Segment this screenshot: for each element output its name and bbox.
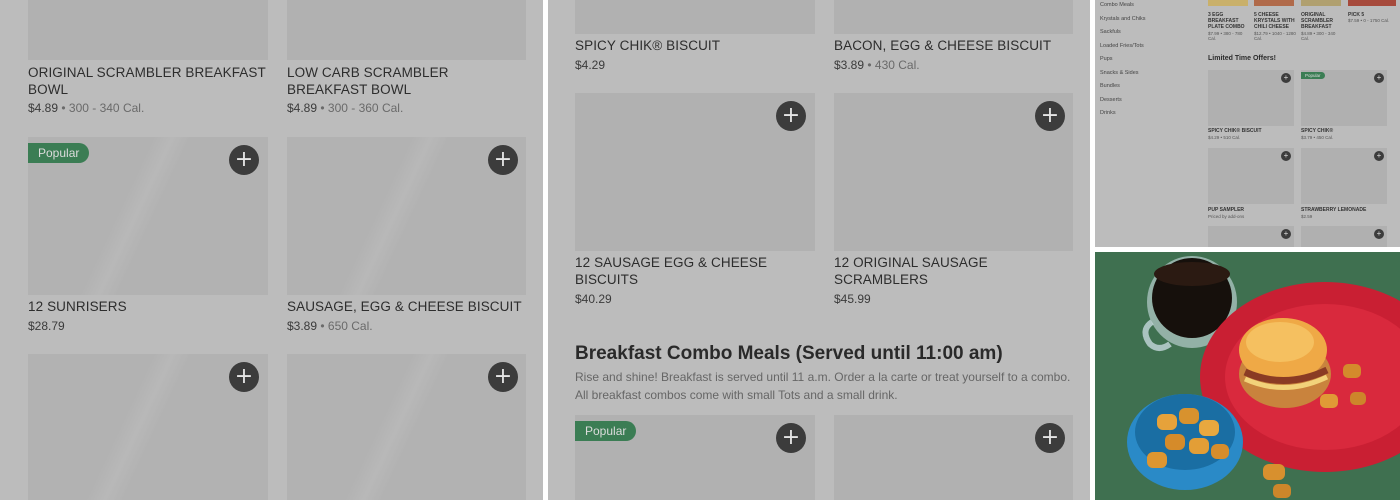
add-item-button[interactable]: + <box>1281 151 1291 161</box>
menu-panel-mini: Combo Meals Krystals and Chiks Sackfuls … <box>1095 0 1400 247</box>
item-price: $45.99 <box>834 292 871 306</box>
sidebar-item[interactable]: Snacks & Sides <box>1100 70 1146 84</box>
sidebar-item[interactable]: Krystals and Chiks <box>1100 16 1146 30</box>
item-image[interactable] <box>1208 0 1248 6</box>
add-item-button[interactable]: + <box>1035 423 1065 453</box>
item-image[interactable] <box>834 0 1073 34</box>
item-image[interactable] <box>1254 0 1294 6</box>
section-description: Rise and shine! Breakfast is served unti… <box>575 370 1071 402</box>
sidebar-item[interactable]: Sackfuls <box>1100 29 1146 43</box>
menu-panel-left: ORIGINAL SCRAMBLER BREAKFAST BOWL $4.89 … <box>0 0 543 500</box>
item-image[interactable] <box>834 415 1073 500</box>
add-item-button[interactable]: + <box>229 145 259 175</box>
item-image[interactable] <box>287 0 526 60</box>
item-price: $28.79 <box>28 319 65 333</box>
add-item-button[interactable]: + <box>488 362 518 392</box>
item-image[interactable] <box>1301 0 1341 6</box>
item-price: $4.29 <box>575 58 606 72</box>
popular-badge: Popular <box>28 143 90 163</box>
item-name[interactable]: 3 EGG BREAKFAST PLATE COMBO <box>1208 12 1248 30</box>
item-price: $4.29 • 510 Cal. <box>1208 135 1241 140</box>
menu-panel-middle: SPICY CHIK® BISCUIT $4.29 BACON, EGG & C… <box>548 0 1090 500</box>
sidebar-item[interactable]: Combo Meals <box>1100 2 1146 16</box>
item-name[interactable]: ORIGINAL SCRAMBLER BREAKFAST BOWL <box>28 64 268 98</box>
add-item-button[interactable]: + <box>1035 101 1065 131</box>
item-image[interactable] <box>1348 0 1396 6</box>
item-price: $3.79 • 450 Cal. <box>1301 135 1334 140</box>
breakfast-combo-image <box>1095 252 1400 500</box>
item-price: $4.89 • 300 - 340 Cal. <box>28 101 145 115</box>
food-photo <box>1095 252 1400 500</box>
item-price: $2.59 <box>1301 214 1313 219</box>
add-item-button[interactable]: + <box>1374 229 1384 239</box>
popular-badge: Popular <box>575 421 637 441</box>
item-price: $12.79 • 1040 - 1280 Cal. <box>1254 31 1296 41</box>
item-price: Priced by add-ons <box>1208 214 1245 219</box>
section-title: Limited Time Offers! <box>1208 55 1276 62</box>
item-name[interactable]: SPICY CHIK® <box>1301 128 1333 134</box>
item-price: $4.89 • 300 - 340 Cal. <box>1301 31 1336 41</box>
item-name[interactable]: 12 ORIGINAL SAUSAGE SCRAMBLERS <box>834 254 1054 288</box>
add-item-button[interactable]: + <box>776 423 806 453</box>
item-image[interactable] <box>575 0 815 34</box>
item-name[interactable]: 12 SAUSAGE EGG & CHEESE BISCUITS <box>575 254 795 288</box>
category-sidebar: Combo Meals Krystals and Chiks Sackfuls … <box>1100 0 1146 124</box>
item-name[interactable]: 5 CHEESE KRYSTALS WITH CHILI CHEESE <box>1254 12 1296 30</box>
item-name[interactable]: SAUSAGE, EGG & CHEESE BISCUIT <box>287 298 522 315</box>
item-price: $4.89 • 300 - 360 Cal. <box>287 101 404 115</box>
sidebar-item[interactable]: Bundles <box>1100 83 1146 97</box>
item-price: $7.99 • 380 - 780 Cal. <box>1208 31 1243 41</box>
item-name[interactable]: ORIGINAL SCRAMBLER BREAKFAST <box>1301 12 1341 30</box>
sidebar-item[interactable]: Loaded Fries/Tots <box>1100 43 1146 57</box>
add-item-button[interactable]: + <box>1281 229 1291 239</box>
item-price: $3.89 • 650 Cal. <box>287 319 373 333</box>
item-image[interactable] <box>28 0 268 60</box>
sidebar-item[interactable]: Desserts <box>1100 97 1146 111</box>
add-item-button[interactable]: + <box>1281 73 1291 83</box>
item-name[interactable]: SPICY CHIK® BISCUIT <box>1208 128 1262 134</box>
sidebar-item[interactable]: Drinks <box>1100 110 1146 124</box>
item-price: $7.59 • 0 - 1750 Cal. <box>1348 18 1390 23</box>
add-item-button[interactable]: + <box>776 101 806 131</box>
add-item-button[interactable]: + <box>229 362 259 392</box>
item-name[interactable]: LOW CARB SCRAMBLER BREAKFAST BOWL <box>287 64 527 98</box>
add-item-button[interactable]: + <box>488 145 518 175</box>
item-name[interactable]: 12 SUNRISERS <box>28 298 127 315</box>
item-name[interactable]: STRAWBERRY LEMONADE <box>1301 207 1366 213</box>
section-title: Breakfast Combo Meals (Served until 11:0… <box>575 343 1003 364</box>
sidebar-item[interactable]: Pups <box>1100 56 1146 70</box>
item-price: $40.29 <box>575 292 612 306</box>
item-name[interactable]: BACON, EGG & CHEESE BISCUIT <box>834 37 1051 54</box>
item-price: $3.89 • 430 Cal. <box>834 58 920 72</box>
popular-badge: Popular <box>1301 72 1325 79</box>
add-item-button[interactable]: + <box>1374 73 1384 83</box>
add-item-button[interactable]: + <box>1374 151 1384 161</box>
item-name[interactable]: SPICY CHIK® BISCUIT <box>575 37 720 54</box>
item-name[interactable]: PUP SAMPLER <box>1208 207 1244 213</box>
